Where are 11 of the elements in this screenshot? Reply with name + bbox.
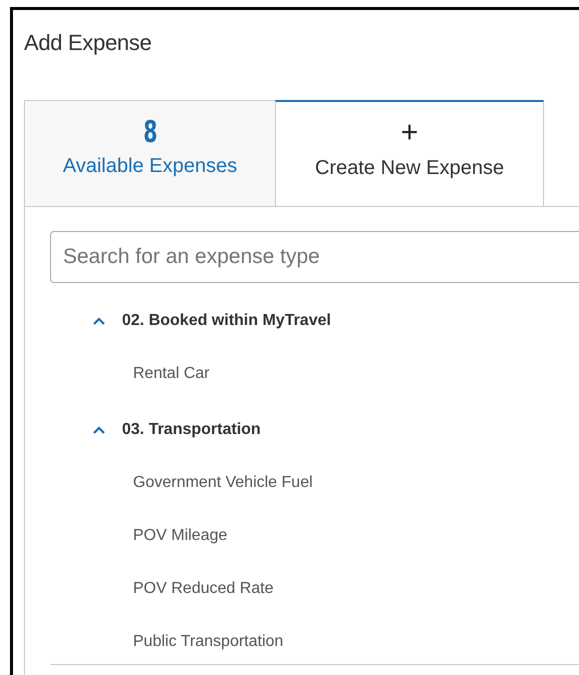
- search-field[interactable]: Search for an expense type: [50, 231, 579, 283]
- expense-type-item[interactable]: Government Vehicle Fuel: [92, 456, 579, 509]
- expense-type-item[interactable]: POV Reduced Rate: [92, 562, 579, 615]
- expense-type-item[interactable]: POV Mileage: [92, 509, 579, 562]
- expense-type-item[interactable]: Rental Car: [92, 347, 579, 400]
- window-title: Add Expense: [24, 29, 153, 57]
- tab[interactable]: + Create New Expense: [275, 100, 544, 206]
- group-header[interactable]: 02. Booked within MyTravel: [92, 295, 579, 347]
- tab[interactable]: 8 Available Expenses: [24, 100, 276, 206]
- expense-type-item[interactable]: Public Transportation: [92, 615, 579, 668]
- group-header[interactable]: 03. Transportation: [92, 404, 579, 456]
